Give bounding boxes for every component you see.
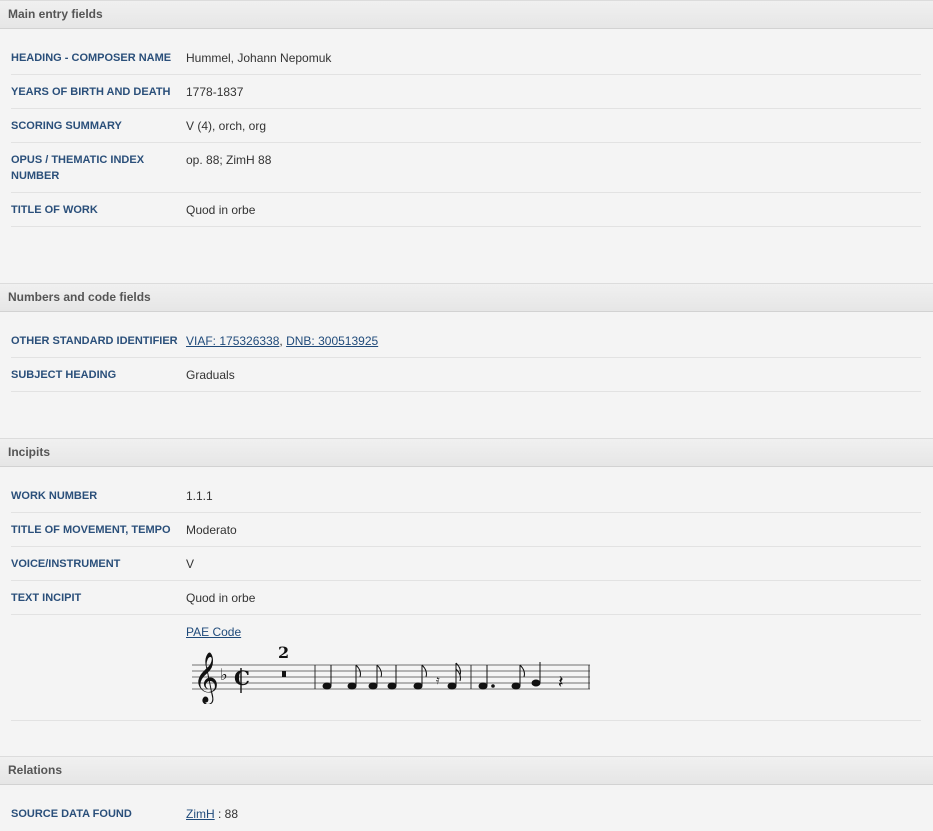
viaf-link[interactable]: VIAF: 175326338 <box>186 334 279 348</box>
field-label: YEARS OF BIRTH AND DEATH <box>11 86 171 98</box>
field-row-voice: VOICE/INSTRUMENT V <box>11 547 921 581</box>
main-entry-rows: HEADING - COMPOSER NAME Hummel, Johann N… <box>0 29 933 227</box>
relations-rows: SOURCE DATA FOUND ZimH : 88 <box>0 785 933 830</box>
field-label: SOURCE DATA FOUND <box>11 808 132 820</box>
field-label: TEXT INCIPIT <box>11 592 82 604</box>
incipits-section: Incipits WORK NUMBER 1.1.1 TITLE OF MOVE… <box>0 438 933 756</box>
svg-text:𝄽: 𝄽 <box>558 672 564 693</box>
section-header-relations: Relations <box>0 756 933 785</box>
field-value: ZimH : 88 <box>186 806 238 822</box>
field-row-source-data: SOURCE DATA FOUND ZimH : 88 <box>11 797 921 830</box>
pae-code-link[interactable]: PAE Code <box>186 625 241 639</box>
field-label: TITLE OF MOVEMENT, TEMPO <box>11 524 171 536</box>
field-row-text-incipit: TEXT INCIPIT Quod in orbe <box>11 581 921 615</box>
incipits-rows: WORK NUMBER 1.1.1 TITLE OF MOVEMENT, TEM… <box>0 467 933 721</box>
numbers-section: Numbers and code fields OTHER STANDARD I… <box>0 283 933 438</box>
field-row-subject: SUBJECT HEADING Graduals <box>11 358 921 392</box>
field-row-work-number: WORK NUMBER 1.1.1 <box>11 479 921 513</box>
music-incipit-image: 𝄞 ♭ C 2 𝄿 𝄽 <box>192 643 590 705</box>
field-value: V <box>186 557 195 571</box>
field-row-scoring: SCORING SUMMARY V (4), orch, org <box>11 109 921 143</box>
dnb-link[interactable]: DNB: 300513925 <box>286 334 378 348</box>
flat-icon: ♭ <box>220 665 228 684</box>
field-label: OTHER STANDARD IDENTIFIER <box>11 335 178 347</box>
field-label: SUBJECT HEADING <box>11 369 117 381</box>
field-value: Quod in orbe <box>186 203 256 217</box>
field-label: WORK NUMBER <box>11 490 98 502</box>
field-label: TITLE OF WORK <box>11 204 98 216</box>
pae-block: PAE Code 𝄞 ♭ C 2 𝄿 𝄽 <box>186 624 606 708</box>
field-label: VOICE/INSTRUMENT <box>11 558 121 570</box>
field-label: OPUS / THEMATIC INDEX NUMBER <box>11 154 145 182</box>
section-header-numbers: Numbers and code fields <box>0 283 933 312</box>
field-label: HEADING - COMPOSER NAME <box>11 52 172 64</box>
field-value: Hummel, Johann Nepomuk <box>186 51 332 65</box>
section-header-incipits: Incipits <box>0 438 933 467</box>
source-number: : 88 <box>218 807 239 821</box>
field-row-composer: HEADING - COMPOSER NAME Hummel, Johann N… <box>11 41 921 75</box>
field-value: VIAF: 175326338, DNB: 300513925 <box>186 333 378 349</box>
field-row-movement: TITLE OF MOVEMENT, TEMPO Moderato <box>11 513 921 547</box>
field-row-title: TITLE OF WORK Quod in orbe <box>11 193 921 227</box>
field-row-identifier: OTHER STANDARD IDENTIFIER VIAF: 17532633… <box>11 324 921 358</box>
field-label: SCORING SUMMARY <box>11 120 122 132</box>
main-entry-section: Main entry fields HEADING - COMPOSER NAM… <box>0 0 933 283</box>
relations-section: Relations SOURCE DATA FOUND ZimH : 88 <box>0 756 933 831</box>
field-row-pae: PAE Code 𝄞 ♭ C 2 𝄿 𝄽 <box>11 615 921 721</box>
field-value: Moderato <box>186 523 237 537</box>
field-value: op. 88; ZimH 88 <box>186 153 272 167</box>
field-value: Quod in orbe <box>186 591 256 605</box>
field-row-opus: OPUS / THEMATIC INDEX NUMBER op. 88; Zim… <box>11 143 921 193</box>
zimh-link[interactable]: ZimH <box>186 807 215 821</box>
treble-clef-icon: 𝄞 <box>193 652 219 704</box>
music-incipit[interactable]: 𝄞 ♭ C 2 𝄿 𝄽 <box>186 643 606 708</box>
field-value: V (4), orch, org <box>186 119 267 133</box>
section-header-main-entry: Main entry fields <box>0 0 933 29</box>
field-row-years: YEARS OF BIRTH AND DEATH 1778-1837 <box>11 75 921 109</box>
identifier-separator: , <box>279 334 283 348</box>
field-value: 1.1.1 <box>186 489 213 503</box>
field-value: 1778-1837 <box>186 85 244 99</box>
numbers-rows: OTHER STANDARD IDENTIFIER VIAF: 17532633… <box>0 312 933 392</box>
field-value: Graduals <box>186 368 235 382</box>
rest-count: 2 <box>278 646 289 662</box>
svg-text:𝄿: 𝄿 <box>436 673 440 687</box>
common-time-icon: C <box>234 666 250 690</box>
field-label-empty <box>11 624 186 708</box>
